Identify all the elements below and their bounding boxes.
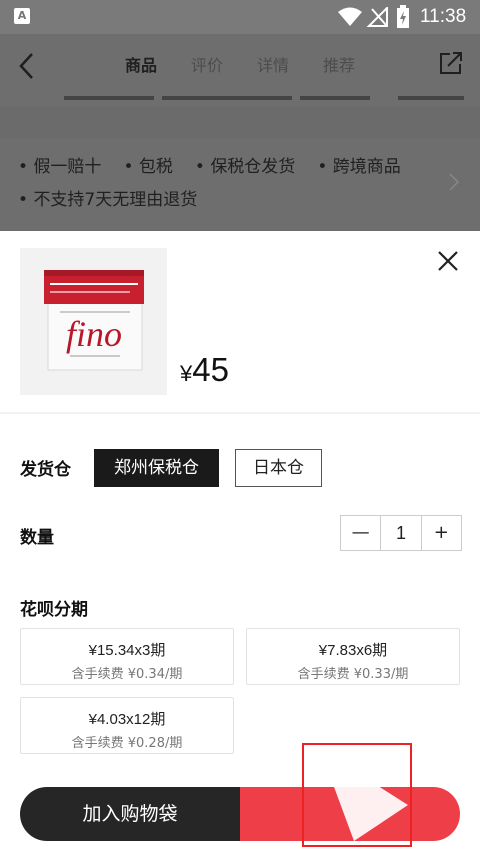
installment-plan-12[interactable]: ¥4.03x12期 含手续费 ¥0.28/期 xyxy=(20,697,234,754)
wifi-icon xyxy=(338,7,362,26)
service-item: 包税 xyxy=(138,157,173,177)
plan-fee: 含手续费 ¥0.34/期 xyxy=(71,667,183,682)
app-notification-icon: A xyxy=(14,8,30,24)
plan-amount: ¥7.83x6期 xyxy=(318,642,388,659)
divider xyxy=(0,412,480,414)
tab-product[interactable]: 商品 xyxy=(108,52,174,76)
warehouse-label: 发货仓 xyxy=(20,460,71,480)
sku-selector-sheet: fino ¥45 发货仓 郑州保税仓 日本仓 数量 — 1 + 花呗分期 ¥15… xyxy=(0,231,480,854)
quantity-decrease-button[interactable]: — xyxy=(341,516,380,550)
installment-plan-6[interactable]: ¥7.83x6期 含手续费 ¥0.33/期 xyxy=(246,628,460,685)
plan-fee: 含手续费 ¥0.33/期 xyxy=(297,667,409,682)
plan-amount: ¥15.34x3期 xyxy=(88,642,166,659)
status-bar: A 11:38 xyxy=(0,0,480,34)
cursor-arrow-icon xyxy=(320,749,408,841)
tab-details[interactable]: 详情 xyxy=(240,52,306,76)
installment-label: 花呗分期 xyxy=(20,600,88,620)
clipped-text-row xyxy=(0,96,480,106)
quantity-increase-button[interactable]: + xyxy=(422,516,461,550)
tab-reviews[interactable]: 评价 xyxy=(174,52,240,76)
add-to-cart-button[interactable]: 加入购物袋 xyxy=(20,787,240,841)
product-price: ¥45 xyxy=(180,351,229,389)
clock: 11:38 xyxy=(420,6,467,27)
quantity-stepper: — 1 + xyxy=(340,515,462,551)
service-item: 跨境商品 xyxy=(332,157,401,177)
service-item: 保税仓发货 xyxy=(210,157,296,177)
service-guarantees[interactable]: • 假一赔十 • 包税 • 保税仓发货 • 跨境商品 • 不支持7天无理由退货 xyxy=(0,138,480,230)
service-line-1: • 假一赔十 • 包税 • 保税仓发货 • 跨境商品 xyxy=(18,157,401,177)
service-item: 不支持7天无理由退货 xyxy=(33,190,198,210)
signal-icon xyxy=(366,7,388,27)
warehouse-option-zhengzhou[interactable]: 郑州保税仓 xyxy=(94,449,219,487)
battery-icon xyxy=(397,5,409,28)
service-line-2: • 不支持7天无理由退货 xyxy=(18,190,198,210)
price-amount: 45 xyxy=(192,351,229,388)
quantity-label: 数量 xyxy=(20,528,54,548)
product-tabs: 商品 评价 详情 推荐 xyxy=(108,52,372,76)
product-image: fino xyxy=(20,248,167,395)
service-item: 假一赔十 xyxy=(33,157,102,177)
plan-amount: ¥4.03x12期 xyxy=(88,711,166,728)
price-currency: ¥ xyxy=(180,361,193,386)
warehouse-option-japan[interactable]: 日本仓 xyxy=(235,449,322,487)
installment-plan-3[interactable]: ¥15.34x3期 含手续费 ¥0.34/期 xyxy=(20,628,234,685)
product-brand-mark: fino xyxy=(66,314,122,354)
chevron-right-icon xyxy=(449,173,460,191)
back-arrow-icon[interactable] xyxy=(18,52,36,80)
share-icon[interactable] xyxy=(438,50,464,76)
quantity-value[interactable]: 1 xyxy=(380,516,422,550)
product-nav-bar: 商品 评价 详情 推荐 xyxy=(0,34,480,96)
product-jar-illustration: fino xyxy=(44,270,144,371)
plan-fee: 含手续费 ¥0.28/期 xyxy=(71,736,183,751)
tab-recommend[interactable]: 推荐 xyxy=(306,52,372,76)
close-icon[interactable] xyxy=(436,249,460,273)
